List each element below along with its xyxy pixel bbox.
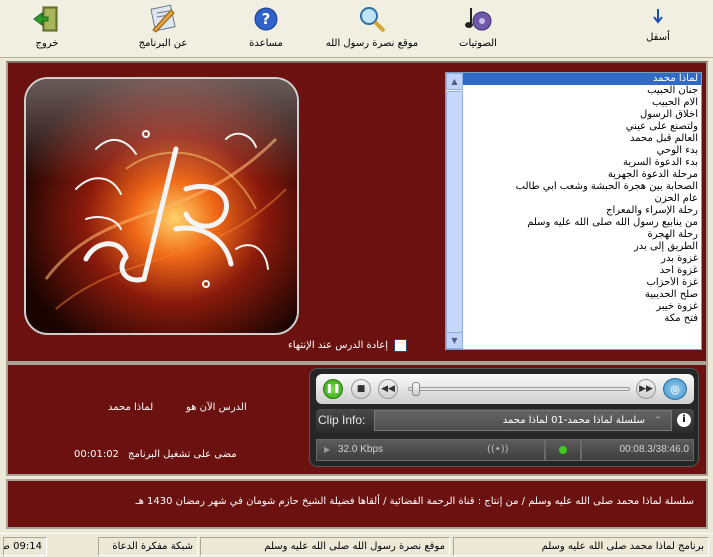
- lesson-item[interactable]: فتح مكة: [463, 313, 701, 325]
- status-dot-icon: [559, 446, 567, 454]
- about-tools-icon: [145, 2, 181, 36]
- time-cell: 00:08.3/38:46.0: [581, 439, 694, 461]
- next-button[interactable]: ▶▶: [636, 379, 656, 399]
- audio-label: الصوتيات: [459, 38, 497, 49]
- help-button[interactable]: ? مساعدة: [240, 2, 292, 56]
- seek-thumb[interactable]: [411, 382, 420, 396]
- status-app-name: برنامج لماذا محمد صلى الله عليه وسلم: [453, 537, 709, 556]
- lesson-item[interactable]: الصحابة بين هجرة الحبشة وشعب أبي طالب: [463, 181, 701, 193]
- help-label: مساعدة: [249, 38, 283, 49]
- exit-label: خروج: [35, 38, 59, 49]
- website-button[interactable]: موقع نصرة رسول الله: [318, 2, 426, 56]
- repeat-option: إعادة الدرس عند الإنتهاء: [288, 337, 438, 353]
- bitrate-cell: ▶ 32.0 Kbps ((•)): [316, 439, 545, 461]
- lesson-item[interactable]: مرحلة الدعوة الجهرية: [463, 169, 701, 181]
- media-player: ❚❚ ■ ◀◀ ▶▶ ◎ Clip Info: سلسلة لماذا محمد…: [309, 368, 699, 467]
- bottom-label: أسفل: [646, 32, 670, 43]
- stop-icon: ■: [356, 384, 366, 394]
- rewind-icon: ◀◀: [381, 384, 395, 394]
- time-text: 00:08.3/38:46.0: [619, 444, 689, 455]
- lesson-item[interactable]: غزوة بدر: [463, 253, 701, 265]
- status-clock: 09:14 ص: [3, 537, 47, 556]
- pause-button[interactable]: ❚❚: [323, 379, 343, 399]
- toolbar: خروج عن البرنامج ? مساعدة موقع نصرة رسول…: [0, 0, 713, 58]
- arrow-down-icon: [640, 2, 676, 30]
- audio-button[interactable]: الصوتيات: [450, 2, 506, 56]
- lesson-item[interactable]: رحلة الإسراء والمعراج: [463, 205, 701, 217]
- repeat-checkbox[interactable]: [394, 338, 408, 352]
- calligraphy-image: [24, 77, 299, 335]
- buffer-indicator: [545, 439, 581, 461]
- svg-text:?: ?: [262, 10, 271, 28]
- lesson-item[interactable]: جنان الحبيب: [463, 85, 701, 97]
- lesson-item[interactable]: الطريق إلى بدر: [463, 241, 701, 253]
- elapsed-label: مضى على تشغيل البرنامج: [128, 449, 237, 460]
- about-button[interactable]: عن البرنامج: [128, 2, 198, 56]
- lesson-item[interactable]: لماذا محمد: [463, 73, 701, 85]
- now-playing-label: الدرس الآن هو: [186, 402, 247, 413]
- lesson-item[interactable]: ولتصنع على عيني: [463, 121, 701, 133]
- elapsed-value: 00:01:02: [74, 449, 119, 460]
- collapse-icon[interactable]: ⌃: [650, 413, 666, 429]
- lesson-list-scrollbar[interactable]: ▲ ▼: [446, 73, 463, 349]
- about-label: عن البرنامج: [138, 38, 188, 49]
- speech-bubble-icon: ◎: [670, 382, 680, 396]
- status-bar: 09:14 ص شبكة مفكرة الدعاة موقع نصرة رسول…: [0, 533, 713, 557]
- help-icon: ?: [248, 2, 284, 36]
- pause-icon: ❚❚: [325, 384, 341, 394]
- forward-icon: ▶▶: [639, 384, 653, 394]
- lesson-list[interactable]: ▲ ▼ لماذا محمد جنان الحبيب آلام الحبيب أخلا…: [445, 72, 702, 350]
- website-label: موقع نصرة رسول الله: [325, 38, 419, 49]
- clip-info-label: Clip Info:: [318, 413, 366, 427]
- now-playing-lesson: لماذا محمد: [108, 402, 154, 413]
- lesson-item[interactable]: صلح الحديبية: [463, 289, 701, 301]
- seek-bar[interactable]: [408, 387, 630, 391]
- bottom-button[interactable]: أسفل: [638, 2, 678, 56]
- lesson-item[interactable]: بدء الوحي: [463, 145, 701, 157]
- credits-band: سلسلة لماذا محمد صلى الله عليه وسلم / من…: [6, 479, 708, 529]
- exit-button[interactable]: خروج: [22, 2, 72, 56]
- bitrate-text: 32.0 Kbps: [338, 444, 384, 455]
- status-network: شبكة مفكرة الدعاة: [98, 537, 198, 556]
- stream-signal-icon: ((•)): [487, 444, 509, 455]
- lesson-item[interactable]: رحلة الهجرة: [463, 229, 701, 241]
- now-playing-button[interactable]: ◎: [663, 378, 687, 400]
- status-site: موقع نصرة رسول الله صلى الله عليه وسلم: [200, 537, 450, 556]
- lesson-item[interactable]: آلام الحبيب: [463, 97, 701, 109]
- credits-text: سلسلة لماذا محمد صلى الله عليه وسلم / من…: [135, 496, 694, 507]
- lesson-item[interactable]: بدء الدعوة السرية: [463, 157, 701, 169]
- lesson-item[interactable]: أخلاق الرسول: [463, 109, 701, 121]
- main-panel: ▲ ▼ لماذا محمد جنان الحبيب آلام الحبيب أخلا…: [6, 61, 708, 363]
- player-status: ▶ 32.0 Kbps ((•)) 00:08.3/38:46.0: [316, 439, 694, 461]
- lesson-item[interactable]: غزة الأحزاب: [463, 277, 701, 289]
- scroll-thumb[interactable]: [446, 91, 463, 333]
- lesson-item[interactable]: غزوة أحد: [463, 265, 701, 277]
- lesson-item[interactable]: من ينابيع رسول الله صلى الله عليه وسلم: [463, 217, 701, 229]
- music-note-icon: [460, 2, 496, 36]
- info-icon[interactable]: i: [677, 413, 691, 427]
- play-small-icon: ▶: [324, 445, 331, 454]
- repeat-label[interactable]: إعادة الدرس عند الإنتهاء: [288, 340, 388, 351]
- exit-door-icon: [29, 2, 65, 36]
- search-globe-icon: [354, 2, 390, 36]
- scroll-up-icon[interactable]: ▲: [446, 73, 463, 90]
- lesson-item[interactable]: عام الحزن: [463, 193, 701, 205]
- lesson-item[interactable]: غزوة خيبر: [463, 301, 701, 313]
- info-panel: الدرس الآن هو لماذا محمد مضى على تشغيل ا…: [6, 363, 708, 476]
- stop-button[interactable]: ■: [351, 379, 371, 399]
- player-controls: ❚❚ ■ ◀◀ ▶▶ ◎: [316, 374, 694, 404]
- previous-button[interactable]: ◀◀: [378, 379, 398, 399]
- clip-info-row: Clip Info: سلسلة لماذا محمد-01 لماذا محم…: [316, 409, 694, 433]
- lesson-item[interactable]: العالم قبل محمد: [463, 133, 701, 145]
- scroll-down-icon[interactable]: ▼: [446, 332, 463, 349]
- lesson-items: لماذا محمد جنان الحبيب آلام الحبيب أخلاق ال…: [463, 73, 701, 325]
- clip-info-text: سلسلة لماذا محمد-01 لماذا محمد: [374, 410, 672, 431]
